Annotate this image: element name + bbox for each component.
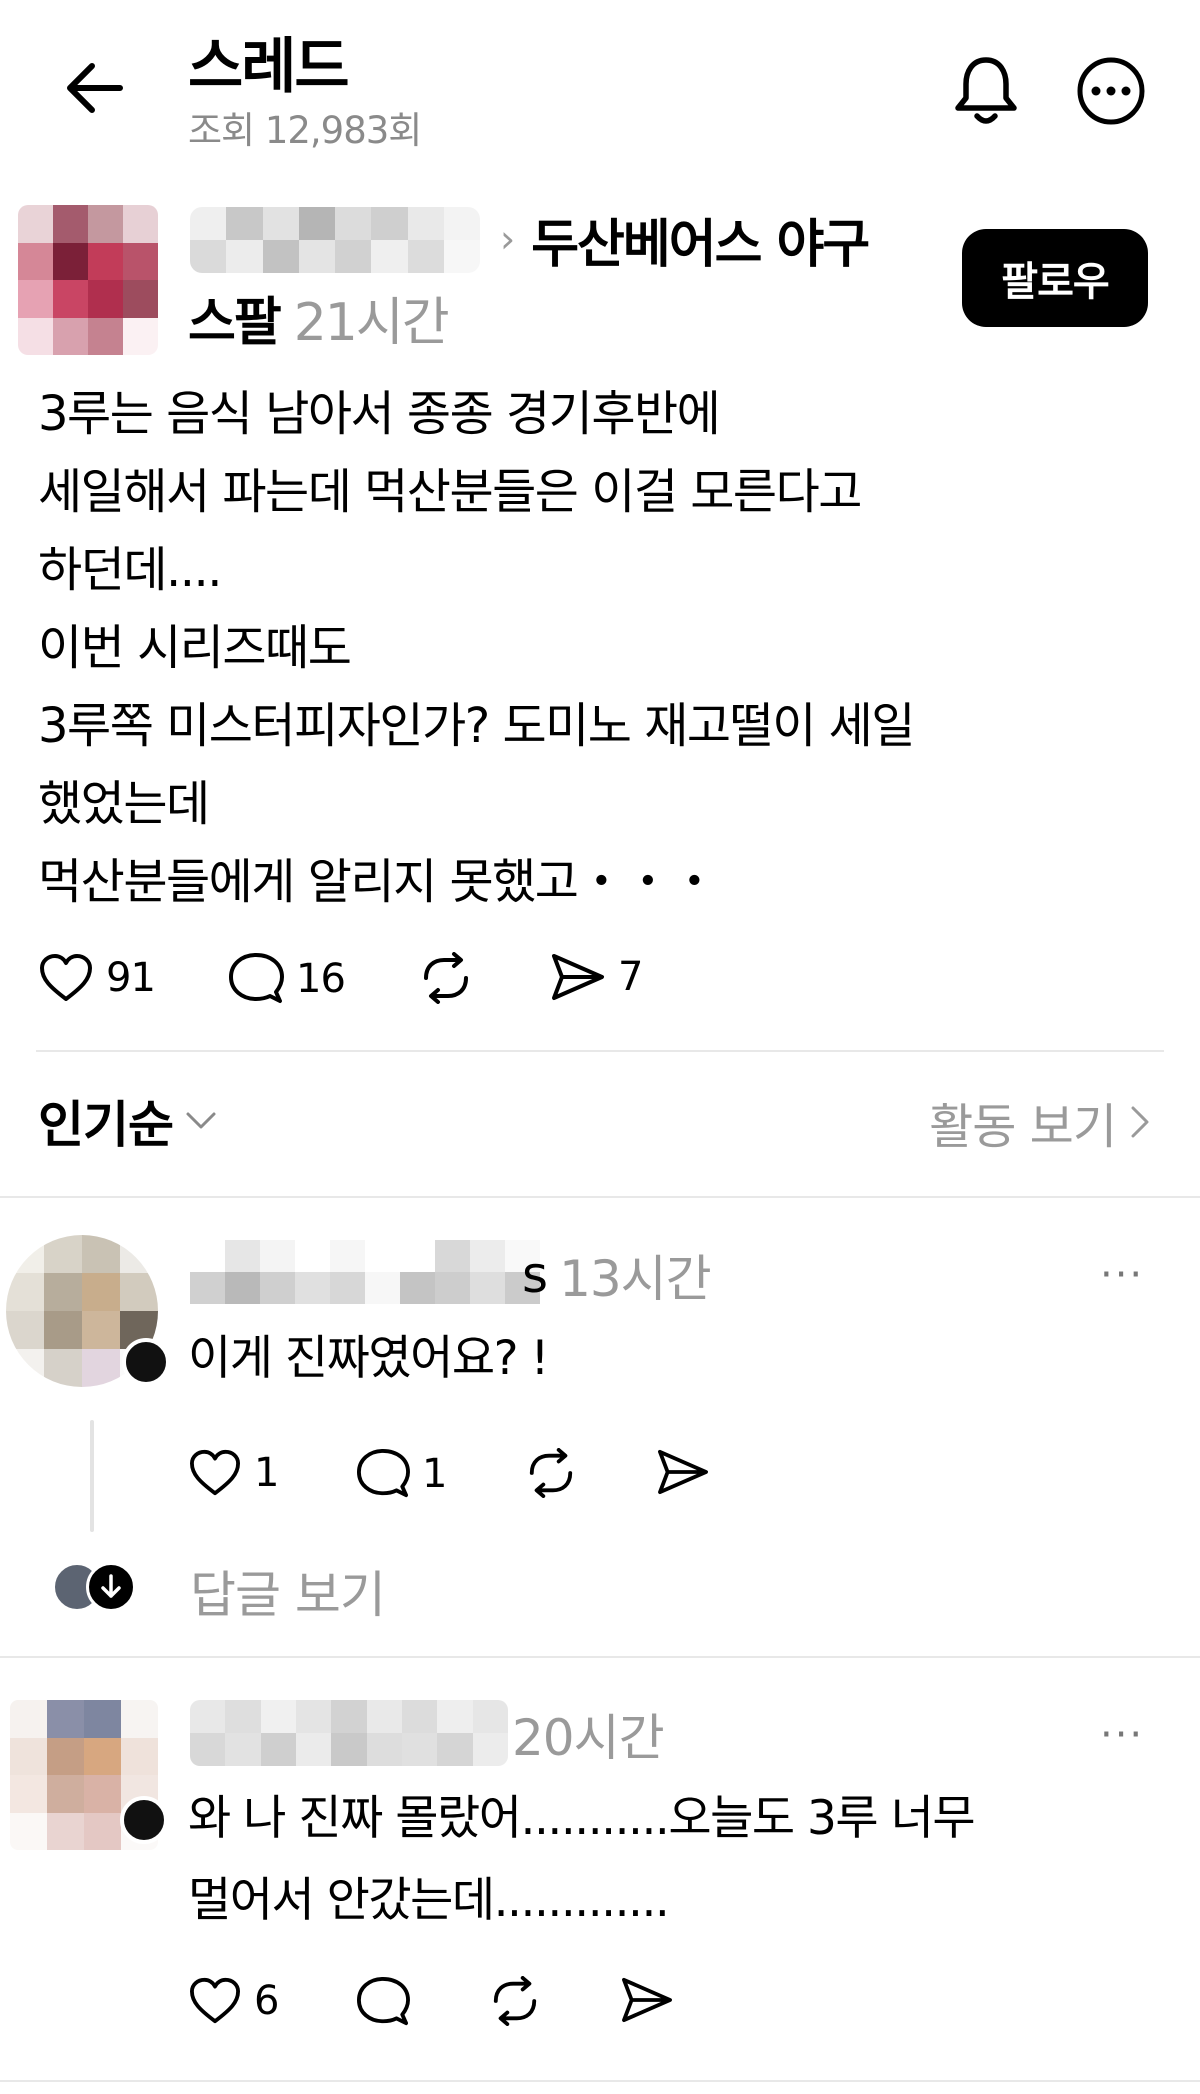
see-replies-link[interactable]: 답글 보기 <box>190 1555 386 1627</box>
share-button[interactable]: 7 <box>550 952 643 1002</box>
repost-icon <box>424 952 468 1004</box>
comment-time: 20시간 <box>512 1709 665 1767</box>
chevron-right-icon <box>1131 1106 1149 1138</box>
send-icon <box>622 1977 672 2023</box>
comment-header: 20시간 <box>512 1704 665 1767</box>
comment-text: 와 나 진짜 몰랐어...........오늘도 3루 너무 멀어서 안갔는데.… <box>188 1778 976 1942</box>
comment-bubble-icon <box>357 1448 410 1498</box>
comment-line: 멀어서 안갔는데............. <box>188 1873 670 1928</box>
comment-like-button[interactable]: 6 <box>188 1976 279 2026</box>
comment-like-button[interactable]: 1 <box>188 1448 279 1498</box>
comment-like-count: 6 <box>254 1978 279 2024</box>
divider <box>36 1050 1164 1052</box>
back-arrow-icon[interactable] <box>62 60 126 116</box>
sort-dropdown[interactable]: 인기순 <box>38 1085 217 1157</box>
comment-reply-button[interactable]: 1 <box>356 1448 447 1500</box>
repost-button[interactable] <box>418 952 474 1004</box>
post-line: 세일해서 파는데 먹산분들은 이걸 모른다고 <box>38 464 862 520</box>
comment-like-count: 1 <box>254 1450 279 1496</box>
divider <box>0 1196 1200 1198</box>
comment-time: 13시간 <box>559 1250 712 1308</box>
post-line: 하던데.... <box>38 542 223 598</box>
comment-button[interactable]: 16 <box>228 952 346 1006</box>
community-name: 두산베어스 야구 <box>531 214 870 275</box>
follow-badge-icon[interactable] <box>120 1796 168 1844</box>
comment-username-censored[interactable] <box>190 1240 540 1304</box>
community-suffix: 스팔 <box>188 293 282 353</box>
follow-badge-icon[interactable] <box>122 1338 170 1386</box>
post-line: 3루는 음식 남아서 종종 경기후반에 <box>38 386 721 442</box>
comment-line: 와 나 진짜 몰랐어...........오늘도 3루 너무 <box>188 1791 976 1846</box>
comment-text: 이게 진짜였어요? ! <box>188 1318 549 1400</box>
comment-header: s 13시간 <box>522 1245 712 1308</box>
chevron-down-icon <box>186 1112 216 1129</box>
comment-count: 16 <box>296 956 346 1002</box>
comment-bubble-icon <box>357 1976 410 2026</box>
post-line: 먹산분들에게 알리지 못했고・・・ <box>38 854 718 910</box>
heart-icon <box>189 1449 240 1496</box>
comment-username-censored[interactable] <box>190 1700 508 1766</box>
comment-reply-count: 1 <box>422 1451 447 1497</box>
follow-button[interactable]: 팔로우 <box>962 229 1148 327</box>
divider <box>0 1656 1200 1658</box>
avatar[interactable] <box>18 205 158 355</box>
comment-share-button[interactable] <box>656 1448 710 1496</box>
author-line: 스팔 21시간 <box>188 280 450 355</box>
post-line: 이번 시리즈때도 <box>38 620 352 676</box>
thread-line <box>90 1420 94 1532</box>
chevron-right-icon: › <box>500 217 515 261</box>
like-count: 91 <box>106 955 156 1001</box>
comment-repost-button[interactable] <box>524 1448 578 1498</box>
view-activity-link[interactable]: 활동 보기 <box>929 1087 1150 1157</box>
comment-share-button[interactable] <box>620 1976 674 2024</box>
divider <box>0 2080 1200 2082</box>
repost-icon <box>529 1448 573 1498</box>
comment-username-tail: s <box>522 1246 548 1304</box>
more-circle-icon[interactable] <box>1076 56 1146 126</box>
username-censored[interactable] <box>190 207 480 273</box>
page-title: 스레드 <box>188 32 350 102</box>
like-button[interactable]: 91 <box>38 952 156 1004</box>
view-count: 조회 12,983회 <box>188 109 422 152</box>
send-icon <box>552 954 604 1000</box>
comment-repost-button[interactable] <box>488 1976 542 2026</box>
comment-reply-button[interactable] <box>356 1976 410 2028</box>
post-line: 했었는데 <box>38 776 210 832</box>
heart-icon <box>40 954 92 1001</box>
post-time: 21시간 <box>293 293 450 353</box>
repost-icon <box>493 1976 537 2026</box>
bell-icon[interactable] <box>952 54 1020 128</box>
comment-line: 이게 진짜였어요? ! <box>188 1331 549 1386</box>
post-line: 3루쪽 미스터피자인가? 도미노 재고떨이 세일 <box>38 698 915 754</box>
heart-icon <box>189 1977 240 2024</box>
send-icon <box>658 1449 708 1495</box>
community-link[interactable]: › 두산베어스 야구 <box>490 205 870 275</box>
comment-more-icon[interactable]: ··· <box>1100 1712 1144 1758</box>
arrow-down-circle-icon <box>86 1562 136 1612</box>
activity-label: 활동 보기 <box>929 1099 1117 1155</box>
share-count: 7 <box>618 954 643 1000</box>
sort-label: 인기순 <box>38 1096 174 1154</box>
comment-bubble-icon <box>229 953 284 1003</box>
post-text: 3루는 음식 남아서 종종 경기후반에 세일해서 파는데 먹산분들은 이걸 모른… <box>38 375 1158 921</box>
comment-more-icon[interactable]: ··· <box>1100 1252 1144 1298</box>
